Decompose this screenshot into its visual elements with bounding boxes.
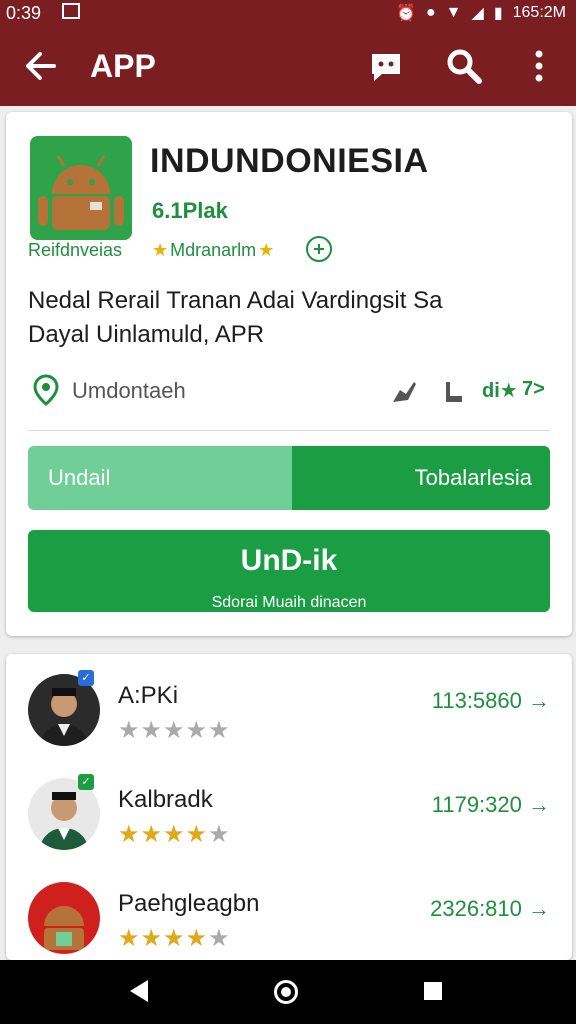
- status-bar: 0:39 ⏰ ● ▼ ◢ ▮ 165:2M: [0, 0, 576, 26]
- divider: [28, 430, 550, 431]
- status-right-text: 165:2M: [512, 4, 566, 21]
- wifi-icon: ▼: [445, 4, 462, 21]
- nav-recents-icon[interactable]: [424, 982, 442, 1000]
- star-icon: ★: [258, 240, 275, 260]
- battery-icon: ▮: [493, 5, 503, 22]
- list-card: ✓ A:PKi ★★★★★ 113:5860 → ✓ Kalbradk ★★★★…: [6, 654, 572, 960]
- list-item[interactable]: Paehgleagbn ★★★★★ 2326:810 →: [6, 862, 572, 962]
- action-4[interactable]: 7>: [522, 378, 545, 401]
- alarm-icon: ⏰: [396, 5, 416, 22]
- app-icon[interactable]: [30, 136, 132, 240]
- location-text: Umdontaeh: [72, 378, 186, 403]
- share-icon[interactable]: [438, 376, 468, 406]
- app-title: INDUNDONIESIA: [150, 142, 429, 180]
- developer-name[interactable]: Reifdnveias: [28, 240, 122, 261]
- system-nav-bar: [0, 960, 576, 1024]
- app-bar: APP: [0, 26, 576, 106]
- split-right-button[interactable]: Tobalarlesia: [292, 446, 550, 510]
- list-item-amount[interactable]: 2326:810 →: [430, 896, 550, 922]
- rating-stars: ★★★★★: [118, 925, 231, 952]
- description-line-2: Dayal Uinlamuld, APR: [28, 321, 265, 348]
- notification-icon: ●: [425, 4, 436, 21]
- nav-home-icon[interactable]: [274, 980, 298, 1004]
- location-row: Umdontaeh di★ 7>: [28, 370, 550, 410]
- install-label: UnD-ik: [240, 544, 338, 577]
- rating-label-text: Mdranarlm: [170, 240, 257, 260]
- nav-back-icon[interactable]: [130, 980, 148, 1002]
- chat-bubble-icon[interactable]: [366, 46, 406, 86]
- list-item-name: Kalbradk: [118, 786, 213, 813]
- search-icon[interactable]: [444, 46, 484, 86]
- app-description: Nedal Rerail Tranan Adai Vardingsit Sa D…: [28, 284, 548, 352]
- back-arrow-icon[interactable]: [20, 46, 60, 86]
- rating-stars: ★★★★★: [118, 821, 231, 848]
- star-icon: ★: [152, 240, 169, 260]
- signal-icon: ◢: [471, 5, 484, 22]
- verified-badge-icon: ✓: [78, 774, 94, 790]
- add-circle-icon[interactable]: [306, 236, 332, 262]
- install-button[interactable]: UnD-ik Sdorai Muaih dinacen: [28, 530, 550, 612]
- split-left-button[interactable]: Undail: [28, 446, 292, 510]
- list-item[interactable]: ✓ A:PKi ★★★★★ 113:5860 →: [6, 654, 572, 754]
- split-toggle: Undail Tobalarlesia: [28, 446, 550, 510]
- rating-label: ★ Mdranarlm ★: [152, 240, 274, 261]
- app-detail-card: INDUNDONIESIA 6.1Plak Reifdnveias ★ Mdra…: [6, 112, 572, 636]
- install-sublabel: Sdorai Muaih dinacen: [211, 594, 367, 611]
- notification-image-icon: [62, 3, 80, 19]
- more-vert-icon[interactable]: [524, 46, 554, 86]
- app-subtitle: 6.1Plak: [152, 198, 228, 223]
- status-time: 0:39: [6, 3, 42, 23]
- list-item-amount[interactable]: 1179:320 →: [432, 792, 550, 818]
- list-item-amount[interactable]: 113:5860 →: [432, 688, 550, 714]
- action-3[interactable]: di★: [482, 378, 518, 403]
- description-line-1: Nedal Rerail Tranan Adai Vardingsit Sa: [28, 287, 443, 314]
- status-icons: ⏰ ● ▼ ◢ ▮ 165:2M: [396, 3, 566, 23]
- location-pin-icon: [33, 374, 59, 406]
- verified-badge-icon: ✓: [78, 670, 94, 686]
- list-item-name: A:PKi: [118, 682, 179, 709]
- thumb-icon[interactable]: [390, 376, 420, 406]
- app-bar-title: APP: [90, 48, 156, 84]
- list-item[interactable]: ✓ Kalbradk ★★★★★ 1179:320 →: [6, 758, 572, 858]
- rating-stars: ★★★★★: [118, 717, 231, 744]
- list-item-name: Paehgleagbn: [118, 890, 260, 917]
- avatar: [28, 882, 100, 954]
